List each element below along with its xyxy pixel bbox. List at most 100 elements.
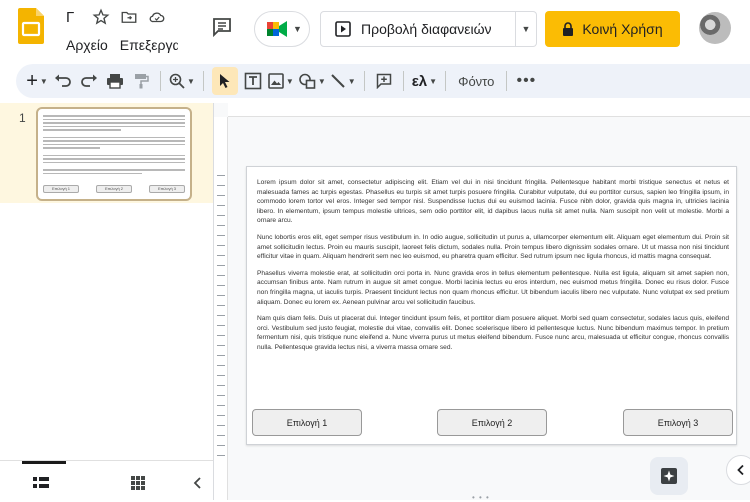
chevron-down-icon: ▼ — [429, 76, 438, 86]
sparkle-icon — [661, 468, 677, 484]
speaker-notes-drag-handle[interactable]: • • • — [472, 493, 490, 502]
toolbar-divider — [160, 71, 161, 91]
thumb-text-line — [43, 129, 122, 131]
thumb-option-button: Επιλογή 1 — [43, 185, 79, 193]
move-folder-icon[interactable] — [120, 8, 138, 26]
slideshow-button[interactable]: Προβολή διαφανειών — [320, 11, 516, 47]
ruler-tick — [217, 205, 225, 206]
thumb-option-button: Επιλογή 2 — [96, 185, 132, 193]
ruler-tick — [217, 385, 225, 386]
chevron-down-icon: ▼ — [187, 76, 195, 86]
doc-title-letter[interactable]: Γ — [66, 9, 74, 26]
active-view-indicator — [22, 461, 66, 464]
input-tools-button[interactable]: ελ ▼ — [412, 67, 437, 95]
zoom-button[interactable]: ▼ — [169, 67, 195, 95]
toolbar: + ▼ ▼ ▼ ▼ ▼ ελ ▼ Φόντο ••• — [16, 64, 750, 98]
side-panel-toggle[interactable] — [726, 455, 750, 485]
ruler-tick — [217, 245, 225, 246]
meet-icon — [267, 21, 287, 37]
ruler-tick — [217, 185, 225, 186]
chevron-left-icon — [737, 464, 744, 476]
redo-button[interactable] — [78, 67, 100, 95]
insert-image-button[interactable]: ▼ — [268, 67, 294, 95]
more-options-button[interactable]: ••• — [515, 67, 537, 95]
text-box-button[interactable] — [242, 67, 264, 95]
meet-button[interactable]: ▼ — [254, 11, 310, 47]
print-icon — [107, 74, 123, 89]
line-button[interactable]: ▼ — [330, 67, 356, 95]
comment-history-icon[interactable] — [210, 15, 234, 39]
thumb-text-line — [43, 147, 100, 149]
ruler-tick — [217, 305, 225, 306]
ruler-tick — [217, 235, 225, 236]
menu-file[interactable]: Αρχείο — [66, 37, 108, 53]
paint-format-icon — [135, 74, 149, 89]
chevron-down-icon: ▼ — [521, 24, 531, 34]
chevron-left-icon[interactable] — [190, 475, 206, 491]
paint-format-button[interactable] — [130, 67, 152, 95]
option-2-button[interactable]: Επιλογή 2 — [437, 409, 547, 436]
print-button[interactable] — [104, 67, 126, 95]
ruler-tick — [217, 225, 225, 226]
select-tool-button[interactable] — [211, 67, 238, 95]
cloud-status-icon[interactable] — [148, 8, 166, 26]
toolbar-divider — [506, 71, 508, 91]
more-horiz-icon: ••• — [516, 72, 537, 89]
thumb-text-line — [43, 143, 185, 145]
ruler-tick — [217, 335, 225, 336]
ruler-tick — [217, 455, 225, 456]
filmstrip-view-icon[interactable] — [32, 475, 50, 491]
slideshow-options-button[interactable]: ▼ — [516, 11, 537, 47]
ruler-tick — [217, 415, 225, 416]
slide-canvas[interactable]: Lorem ipsum dolor sit amet, consectetur … — [246, 166, 737, 445]
toolbar-divider — [402, 71, 404, 91]
slide-thumbnail[interactable]: Επιλογή 1 Επιλογή 2 Επιλογή 3 — [36, 107, 192, 201]
horizontal-ruler — [228, 103, 750, 117]
chevron-down-icon: ▼ — [293, 24, 302, 34]
slide-number: 1 — [19, 111, 26, 125]
thumb-text-line — [43, 154, 185, 156]
explore-button[interactable] — [650, 457, 688, 495]
thumb-text-line — [43, 161, 185, 163]
option-1-button[interactable]: Επιλογή 1 — [252, 409, 362, 436]
grid-view-icon[interactable] — [130, 475, 146, 491]
toolbar-divider — [445, 71, 447, 91]
header-fade — [176, 0, 198, 60]
background-button[interactable]: Φόντο — [454, 67, 498, 95]
thumb-text-line — [43, 136, 185, 138]
menu-bar: Αρχείο Επεξεργασία — [66, 37, 178, 53]
ruler-tick — [217, 445, 225, 446]
thumb-text-line — [43, 158, 185, 160]
star-icon[interactable] — [92, 8, 110, 26]
undo-button[interactable] — [52, 67, 74, 95]
add-comment-icon — [376, 73, 391, 89]
menu-edit[interactable]: Επεξεργασία — [120, 37, 178, 53]
shapes-icon — [299, 73, 316, 89]
ruler-tick — [217, 365, 225, 366]
account-avatar[interactable] — [699, 12, 731, 44]
insert-comment-button[interactable] — [373, 67, 395, 95]
ruler-tick — [217, 195, 225, 196]
chevron-down-icon: ▼ — [285, 76, 294, 86]
ruler-tick — [217, 345, 225, 346]
text-box-icon — [244, 72, 262, 90]
chevron-down-icon: ▼ — [317, 76, 326, 86]
share-label: Κοινή Χρήση — [582, 21, 663, 37]
lock-icon — [563, 22, 574, 36]
shape-button[interactable]: ▼ — [298, 67, 326, 95]
undo-icon — [55, 74, 71, 87]
ruler-tick — [217, 355, 225, 356]
option-3-button[interactable]: Επιλογή 3 — [623, 409, 733, 436]
slide-body-text[interactable]: Lorem ipsum dolor sit amet, consectetur … — [257, 178, 729, 360]
share-button[interactable]: Κοινή Χρήση — [545, 11, 680, 47]
ruler-tick — [217, 275, 225, 276]
thumb-text-line — [43, 172, 143, 174]
toolbar-divider — [202, 71, 204, 91]
chevron-down-icon: ▼ — [39, 76, 48, 86]
slides-logo-icon[interactable] — [18, 8, 44, 44]
ruler-tick — [217, 435, 225, 436]
ruler-tick — [217, 285, 225, 286]
thumb-text-line — [43, 115, 185, 117]
new-slide-button[interactable]: + ▼ — [26, 67, 48, 95]
filmstrip: 1 Επιλογή 1 Επιλογή 2 Επιλογή 3 — [0, 103, 214, 500]
